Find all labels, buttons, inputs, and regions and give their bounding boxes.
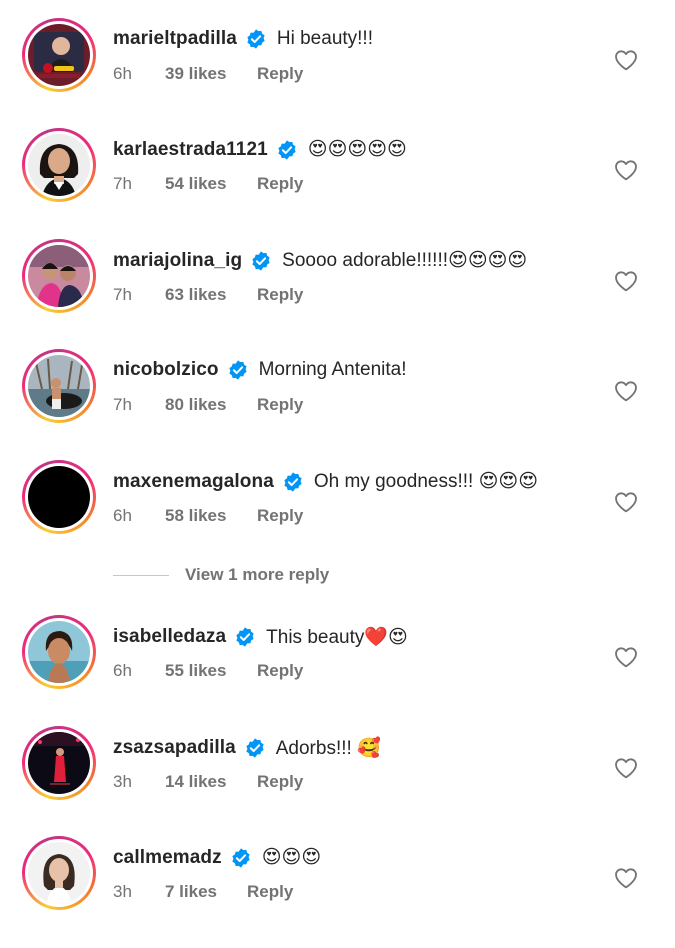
heart-outline-icon[interactable] [614,491,638,513]
comment-item: isabelledaza This beauty❤️😍 6h 55 likes … [0,615,675,725]
comment-item: maxenemagalona Oh my goodness!!! 😍😍😍 6h … [0,460,675,570]
heart-outline-icon[interactable] [614,49,638,71]
comment-timestamp: 7h [113,395,132,414]
reply-button[interactable]: Reply [257,661,303,681]
comment-text: Adorbs!!! 🥰 [275,738,381,759]
comment-likes-count[interactable]: 14 likes [165,772,257,792]
heart-outline-icon[interactable] [614,270,638,292]
comment-likes-count[interactable]: 63 likes [165,285,257,305]
comment-likes-count[interactable]: 39 likes [165,64,257,84]
comment-text: Morning Antenita! [258,359,407,380]
comment-text: Hi beauty!!! [276,28,373,49]
avatar [28,466,90,528]
avatar [28,732,90,794]
comment-item: mariajolina_ig Soooo adorable!!!!!!😍😍😍😍 … [0,239,675,349]
avatar-story-ring[interactable] [22,349,96,423]
avatar-image-icon [28,466,90,528]
comment-timestamp: 3h [113,772,132,791]
avatar-story-ring[interactable] [22,239,96,313]
comment-username[interactable]: zsazsapadilla [113,737,236,759]
avatar-image-icon [28,134,90,196]
avatar-story-ring[interactable] [22,18,96,92]
reply-button[interactable]: Reply [257,395,303,415]
heart-outline-icon[interactable] [614,757,638,779]
avatar-image-icon [28,24,90,86]
comment-item: zsazsapadilla Adorbs!!! 🥰 3h 14 likes Re… [0,726,675,836]
avatar-story-ring[interactable] [22,615,96,689]
avatar-story-ring[interactable] [22,836,96,910]
comment-username[interactable]: karlaestrada1121 [113,139,268,161]
comment-timestamp: 7h [113,285,132,304]
comment-likes-count[interactable]: 7 likes [165,882,247,902]
comment-text: Oh my goodness!!! 😍😍😍 [313,471,539,492]
comment-item: marieltpadilla Hi beauty!!! 6h 39 likes … [0,18,675,128]
avatar-story-ring[interactable] [22,128,96,202]
verified-badge-icon [245,28,267,50]
comment-text: 😍😍😍 [261,847,322,868]
avatar [28,355,90,417]
view-more-replies[interactable]: View 1 more reply [113,565,329,585]
comment-timestamp: 6h [113,64,132,83]
reply-button[interactable]: Reply [257,64,303,84]
comment-likes-count[interactable]: 80 likes [165,395,257,415]
reply-button[interactable]: Reply [257,506,303,526]
comment-username[interactable]: callmemadz [113,847,222,869]
comment-username[interactable]: isabelledaza [113,626,226,648]
avatar [28,134,90,196]
comment-username[interactable]: nicobolzico [113,359,219,381]
comment-text: Soooo adorable!!!!!!😍😍😍😍 [282,250,528,271]
view-more-divider [113,574,169,576]
verified-badge-icon [230,847,252,869]
verified-badge-icon [234,626,256,648]
reply-button[interactable]: Reply [247,882,293,902]
reply-button[interactable]: Reply [257,174,303,194]
comment-username[interactable]: maxenemagalona [113,471,274,493]
avatar-image-icon [28,732,90,794]
view-more-replies-label[interactable]: View 1 more reply [185,565,329,585]
avatar-image-icon [28,842,90,904]
verified-badge-icon [276,139,298,161]
heart-outline-icon[interactable] [614,646,638,668]
avatar-story-ring[interactable] [22,460,96,534]
heart-outline-icon[interactable] [614,380,638,402]
reply-button[interactable]: Reply [257,772,303,792]
verified-badge-icon [282,471,304,493]
comment-timestamp: 3h [113,882,132,901]
comment-likes-count[interactable]: 55 likes [165,661,257,681]
avatar-image-icon [28,245,90,307]
comment-text: This beauty❤️😍 [266,627,408,648]
avatar [28,621,90,683]
comment-item: callmemadz 😍😍😍 3h 7 likes Reply [0,836,675,946]
avatar-story-ring[interactable] [22,726,96,800]
comment-timestamp: 6h [113,661,132,680]
avatar-image-icon [28,621,90,683]
avatar [28,245,90,307]
comment-username[interactable]: mariajolina_ig [113,250,242,272]
comment-item: nicobolzico Morning Antenita! 7h 80 like… [0,349,675,459]
comment-timestamp: 6h [113,506,132,525]
heart-outline-icon[interactable] [614,159,638,181]
verified-badge-icon [250,250,272,272]
avatar-image-icon [28,355,90,417]
avatar [28,24,90,86]
verified-badge-icon [244,737,266,759]
comment-username[interactable]: marieltpadilla [113,28,237,50]
comment-likes-count[interactable]: 54 likes [165,174,257,194]
avatar [28,842,90,904]
heart-outline-icon[interactable] [614,867,638,889]
comment-likes-count[interactable]: 58 likes [165,506,257,526]
comment-text: 😍😍😍😍😍 [307,139,407,160]
comment-item: karlaestrada1121 😍😍😍😍😍 7h 54 likes Reply [0,128,675,238]
verified-badge-icon [227,359,249,381]
reply-button[interactable]: Reply [257,285,303,305]
comment-timestamp: 7h [113,174,132,193]
